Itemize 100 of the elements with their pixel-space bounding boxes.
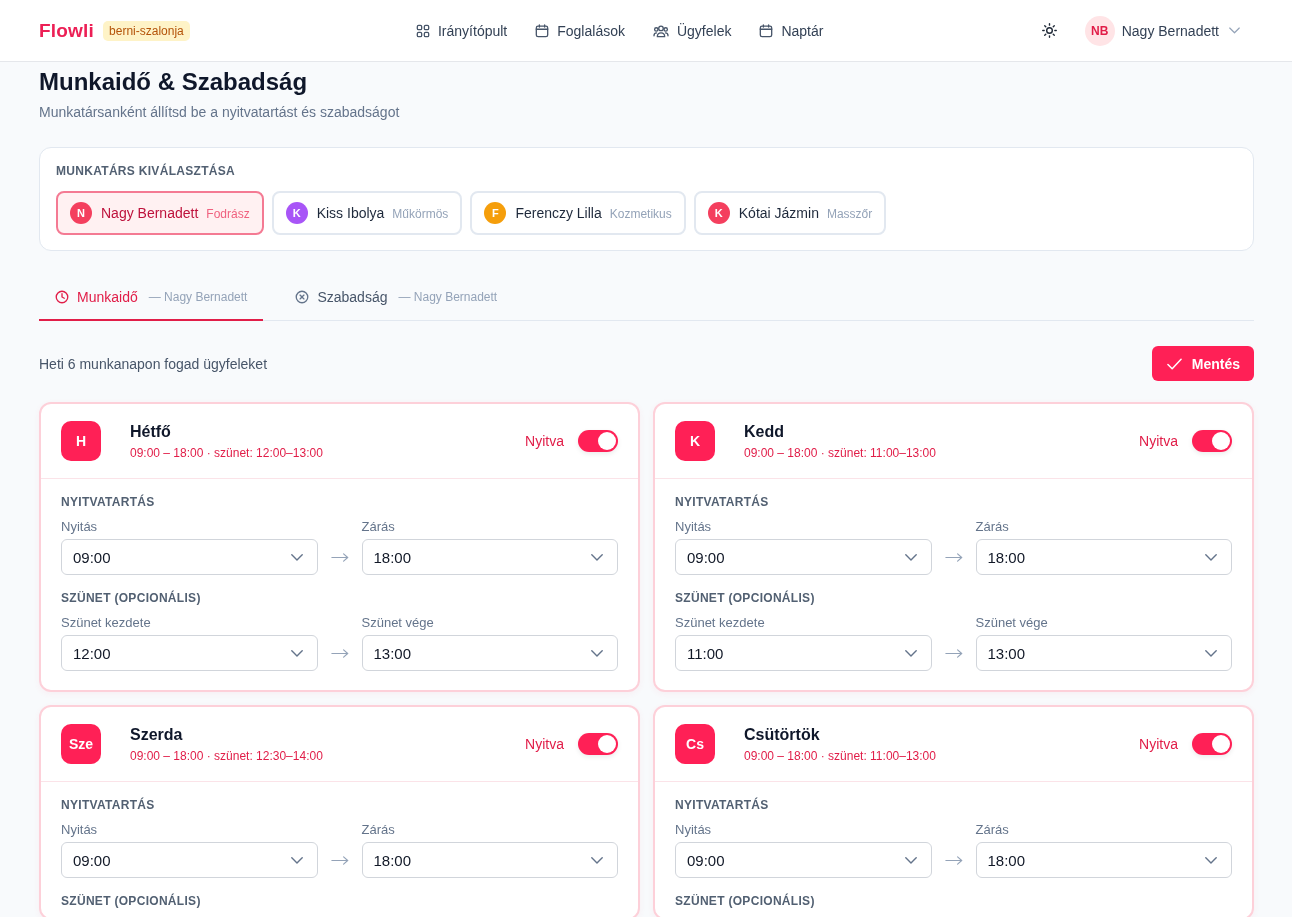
toggle-switch[interactable]	[578, 733, 618, 755]
arrow-right-icon	[330, 648, 349, 658]
day-hours-summary: 09:00 – 18:00 · szünet: 11:00–13:00	[744, 444, 937, 461]
staff-chip[interactable]: N Nagy Bernadett Fodrász	[56, 191, 264, 235]
chevron-down-icon	[904, 553, 917, 561]
arrow-right-icon	[330, 855, 349, 865]
user-menu-button[interactable]: Nagy Bernadett	[1114, 16, 1254, 45]
chevron-down-icon	[1205, 649, 1217, 657]
chevron-down-icon	[1229, 27, 1240, 34]
calendar-icon	[535, 23, 550, 38]
chevron-down-icon	[904, 649, 917, 657]
chevron-down-icon	[591, 553, 603, 561]
page-title: Munkaidő & Szabadság	[39, 67, 309, 97]
day-hours-summary: 09:00 – 18:00 · szünet: 11:00–13:00	[744, 747, 937, 764]
theme-button[interactable]	[1041, 23, 1057, 38]
staff-chip[interactable]: F Ferenczy Lilla Kozmetikus	[470, 191, 686, 235]
day-hours-summary: 09:00 – 18:00 · szünet: 12:30–14:00	[130, 747, 324, 764]
field-label: Nyitás	[675, 823, 713, 837]
schedule-summary: Heti 6 munkanapon fogad ügyfeleket	[39, 355, 268, 372]
chevron-down-icon	[904, 856, 917, 864]
field-label: Nyitás	[61, 520, 99, 534]
staff-avatar: F	[484, 202, 507, 224]
status-label: Nyitva	[525, 433, 564, 449]
users-icon	[652, 23, 669, 38]
nav-link[interactable]: Naptár	[759, 22, 824, 39]
section-title: NYITVATARTÁS	[675, 798, 770, 812]
section-title: SZÜNET (OPCIONÁLIS)	[61, 894, 202, 908]
field-label: Szünet vége	[361, 616, 435, 630]
toggle-switch[interactable]	[1192, 733, 1232, 755]
toggle-switch[interactable]	[578, 430, 618, 452]
field-label: Szünet kezdete	[61, 616, 152, 630]
staff-chip[interactable]: K Kótai Jázmin Masszőr	[693, 191, 887, 235]
chevron-down-icon	[1205, 553, 1217, 561]
field-label: Zárás	[361, 520, 396, 534]
chevron-down-icon	[591, 856, 603, 864]
field-label: Szünet kezdete	[675, 616, 766, 630]
day-hours-summary: 09:00 – 18:00 · szünet: 12:00–13:00	[130, 444, 324, 461]
status-label: Nyitva	[1139, 736, 1178, 752]
time-select[interactable]: 18:00	[361, 539, 618, 575]
status-label: Nyitva	[525, 736, 564, 752]
time-select[interactable]: 12:00	[61, 635, 318, 671]
nav-link[interactable]: Ügyfelek	[652, 22, 732, 39]
section-title: NYITVATARTÁS	[61, 495, 156, 509]
page-subtitle: Munkatársanként állítsd be a nyitvatartást és szabadságot	[39, 103, 401, 122]
toggle-switch[interactable]	[1192, 430, 1232, 452]
staff-chip[interactable]: K Kiss Ibolya Műkörmös	[271, 191, 463, 235]
workspace-label: berni-szalonja	[103, 20, 190, 41]
chevron-down-icon	[290, 649, 303, 657]
tab[interactable]: Munkaidő — Nagy Bernadett	[39, 273, 264, 321]
day-badge: Sze	[61, 724, 101, 764]
chevron-down-icon	[1205, 856, 1217, 864]
section-title: SZÜNET (OPCIONÁLIS)	[675, 591, 816, 605]
time-select[interactable]: 09:00	[675, 842, 932, 878]
staff-avatar: K	[285, 202, 308, 224]
time-select[interactable]: 18:00	[975, 842, 1232, 878]
arrow-right-icon	[330, 552, 349, 562]
section-title: MUNKATÁRS KIVÁLASZTÁSA	[56, 164, 237, 178]
day-name: Hétfő	[130, 421, 172, 442]
nav-link[interactable]: Irányítópult	[416, 22, 508, 39]
section-title: SZÜNET (OPCIONÁLIS)	[61, 591, 202, 605]
staff-avatar: N	[70, 202, 92, 224]
time-select[interactable]: 09:00	[61, 842, 318, 878]
section-title: NYITVATARTÁS	[675, 495, 770, 509]
nav-link[interactable]: Foglalások	[535, 22, 625, 39]
time-select[interactable]: 13:00	[975, 635, 1232, 671]
arrow-right-icon	[944, 855, 963, 865]
staff-avatar: K	[707, 202, 730, 224]
time-select[interactable]: 11:00	[675, 635, 932, 671]
save-button[interactable]: Mentés	[1151, 346, 1254, 381]
check-icon	[1166, 357, 1182, 370]
grid-icon	[416, 23, 430, 38]
field-label: Szünet vége	[975, 616, 1049, 630]
field-label: Nyitás	[61, 823, 99, 837]
day-name: Szerda	[130, 724, 184, 745]
time-select[interactable]: 18:00	[975, 539, 1232, 575]
section-title: SZÜNET (OPCIONÁLIS)	[675, 894, 816, 908]
tab[interactable]: Szabadság — Nagy Bernadett	[279, 273, 514, 321]
day-badge: Cs	[675, 724, 715, 764]
clock-icon	[55, 290, 69, 304]
day-badge: K	[675, 421, 715, 461]
time-select[interactable]: 09:00	[675, 539, 932, 575]
calendar-icon	[759, 23, 774, 38]
day-badge: H	[61, 421, 101, 461]
status-label: Nyitva	[1139, 433, 1178, 449]
chevron-down-icon	[591, 649, 603, 657]
field-label: Zárás	[975, 520, 1010, 534]
time-select[interactable]: 09:00	[61, 539, 318, 575]
chevron-down-icon	[290, 856, 303, 864]
field-label: Nyitás	[675, 520, 713, 534]
field-label: Zárás	[975, 823, 1010, 837]
chevron-down-icon	[290, 553, 303, 561]
arrow-right-icon	[944, 648, 963, 658]
time-select[interactable]: 18:00	[361, 842, 618, 878]
brand-logo[interactable]: Flowli	[39, 19, 95, 42]
time-select[interactable]: 13:00	[361, 635, 618, 671]
field-label: Zárás	[361, 823, 396, 837]
day-name: Csütörtök	[744, 724, 821, 745]
sun-icon	[1041, 23, 1057, 38]
x-circle-icon	[295, 290, 310, 304]
user-avatar: NB	[1084, 15, 1115, 46]
